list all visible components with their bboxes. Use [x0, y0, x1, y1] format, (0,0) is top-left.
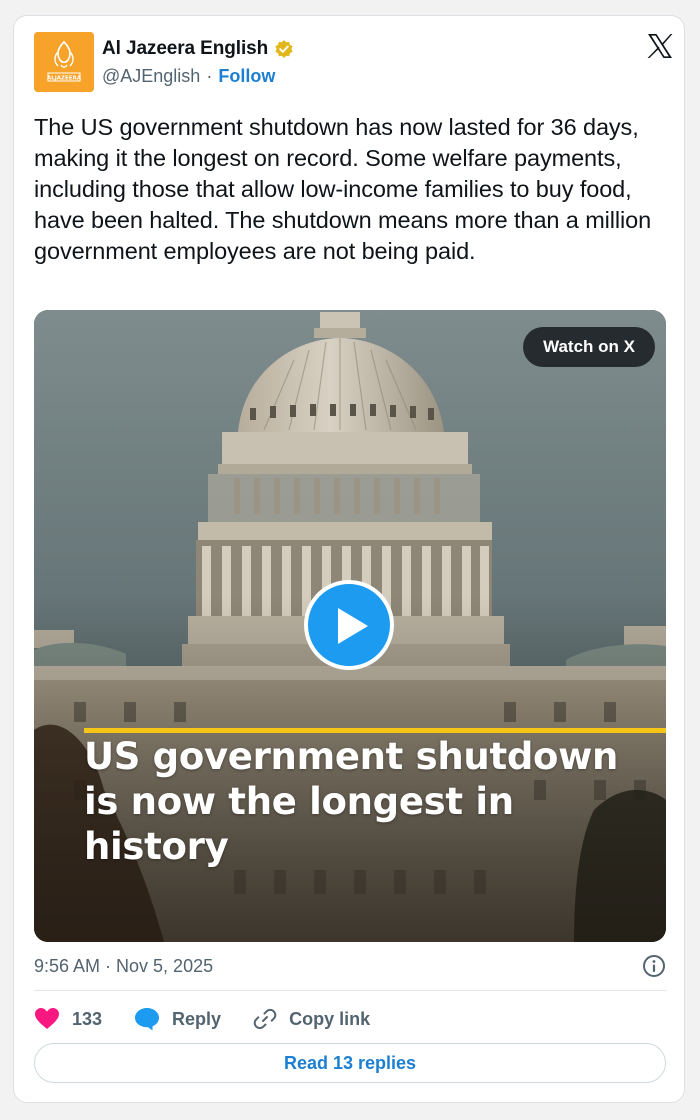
info-icon[interactable]	[642, 954, 666, 978]
avatar-wordmark: ALJAZEERA	[47, 76, 82, 82]
read-replies-button[interactable]: Read 13 replies	[34, 1043, 666, 1083]
like-button[interactable]: 133	[34, 1007, 102, 1031]
avatar[interactable]: ALJAZEERA	[34, 32, 94, 92]
like-count: 133	[72, 1008, 103, 1029]
reply-label: Reply	[172, 1008, 222, 1029]
follow-button[interactable]: Follow	[218, 66, 275, 87]
watch-on-x-button[interactable]: Watch on X	[523, 327, 655, 367]
copy-link-button[interactable]: Copy link	[253, 1007, 370, 1031]
account-name[interactable]: Al Jazeera English	[102, 38, 268, 60]
reply-bubble-icon	[135, 1008, 160, 1031]
x-logo-icon[interactable]	[646, 32, 674, 60]
video-player[interactable]: Watch on X US government shutdown is now…	[34, 310, 666, 942]
heart-icon	[35, 1008, 59, 1029]
video-headline: US government shutdown is now the longes…	[84, 735, 619, 868]
tweet-card: ALJAZEERA Al Jazeera English @AJEnglish …	[13, 15, 685, 1103]
tweet-text: The US government shutdown has now laste…	[34, 114, 652, 264]
tweet-timestamp[interactable]: 9:56 AM · Nov 5, 2025	[34, 956, 213, 977]
tweet-header: ALJAZEERA Al Jazeera English @AJEnglish …	[34, 30, 674, 92]
account-handle[interactable]: @AJEnglish	[102, 66, 200, 87]
play-icon	[338, 608, 368, 644]
verified-badge-icon	[274, 39, 294, 59]
divider	[34, 990, 666, 991]
link-icon	[253, 1008, 277, 1030]
play-button[interactable]	[304, 580, 394, 670]
headline-accent-bar	[84, 728, 666, 733]
copy-link-label: Copy link	[289, 1008, 371, 1029]
reply-button[interactable]: Reply	[134, 1007, 221, 1031]
separator-dot: ·	[206, 66, 213, 86]
action-bar: 133 Reply Copy link	[34, 1002, 402, 1036]
